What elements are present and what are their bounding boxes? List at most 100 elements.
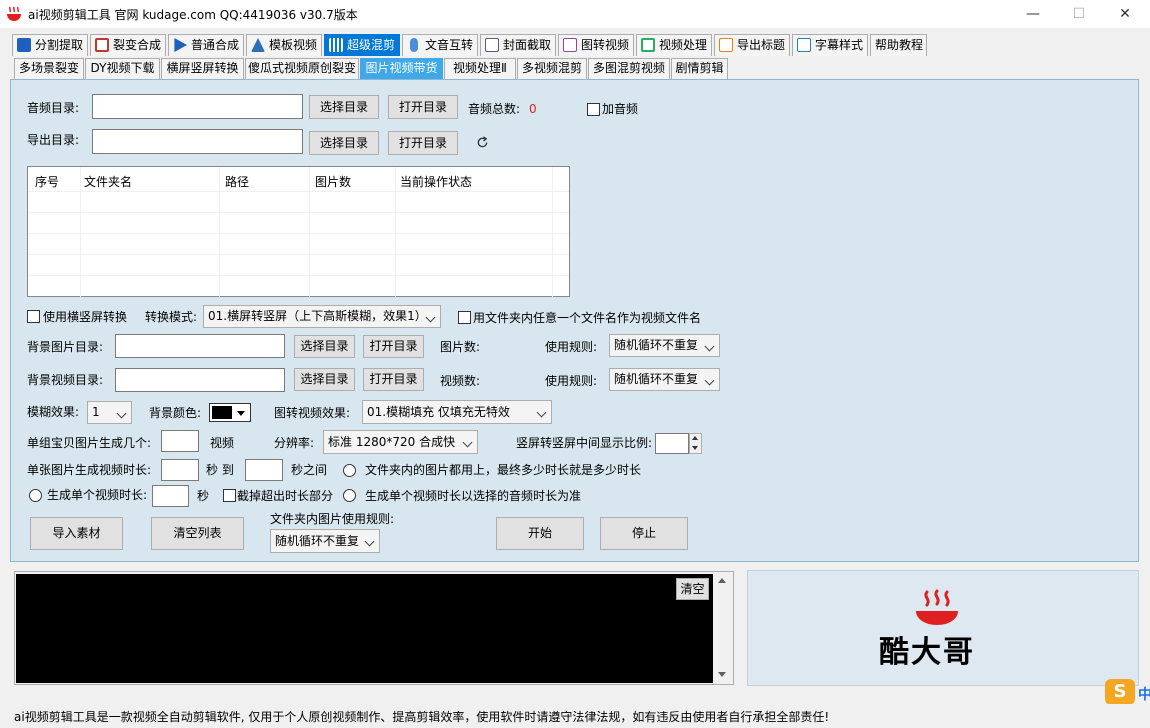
log-output[interactable] <box>16 574 713 683</box>
single-duration-radio[interactable] <box>29 489 42 502</box>
audio-duration-radio[interactable] <box>343 489 356 502</box>
audio-duration-label: 生成单个视频时长以选择的音频时长为准 <box>365 489 582 503</box>
tab-help[interactable]: 帮助教程 <box>870 34 927 56</box>
color-swatch <box>212 406 232 419</box>
subtab-dy-download[interactable]: DY视频下载 <box>85 58 160 79</box>
hv-convert-checkbox[interactable] <box>27 310 40 323</box>
tab-video-process[interactable]: 视频处理 <box>636 34 712 56</box>
column-header[interactable]: 序号 <box>35 173 59 190</box>
cut-excess-checkbox[interactable] <box>223 489 236 502</box>
play-icon <box>174 38 187 52</box>
up-arrow-icon[interactable] <box>692 436 698 440</box>
minimize-button[interactable]: — <box>1010 0 1056 28</box>
audio-total-value: 0 <box>529 102 537 116</box>
cut-excess-label: 截掉超出时长部分 <box>237 489 334 503</box>
export-dir-input[interactable] <box>92 129 303 154</box>
subtab-label: DY视频下载 <box>90 61 155 75</box>
logo-text: 酷大哥 <box>879 635 975 670</box>
ratio-input[interactable] <box>655 433 689 454</box>
subtab-label: 多图混剪视频 <box>592 61 665 75</box>
single-duration-input[interactable] <box>152 485 189 507</box>
subtab-hv-convert[interactable]: 横屏竖屏转换 <box>161 58 244 79</box>
scroll-down-icon[interactable] <box>718 672 726 677</box>
add-audio-checkbox[interactable] <box>587 103 600 116</box>
subtab-multi-video-mix[interactable]: 多视频混剪 <box>517 58 587 79</box>
column-header[interactable]: 路径 <box>225 173 249 190</box>
image-rule-label: 使用规则: <box>545 340 598 354</box>
resolution-select[interactable]: 标准 1280*720 合成快 <box>323 430 478 454</box>
close-button[interactable]: ✕ <box>1102 0 1148 28</box>
blur-select[interactable]: 1 <box>87 401 132 424</box>
image-count-label: 图片数: <box>440 340 481 354</box>
start-button[interactable]: 开始 <box>496 517 584 550</box>
subtitle-icon <box>797 38 811 52</box>
subtab-plot-edit[interactable]: 剧情剪辑 <box>671 58 728 79</box>
tab-split-extract[interactable]: 分割提取 <box>12 34 88 56</box>
video-process-icon <box>641 38 655 52</box>
column-header[interactable]: 图片数 <box>315 173 351 190</box>
folder-table[interactable]: 序号 文件夹名 路径 图片数 当前操作状态 <box>27 166 570 297</box>
audio-open-dir-button[interactable]: 打开目录 <box>388 95 458 119</box>
image-rule-select[interactable]: 随机循环不重复 <box>609 334 720 357</box>
export-open-dir-button[interactable]: 打开目录 <box>388 131 458 155</box>
scroll-up-icon[interactable] <box>718 578 726 583</box>
use-filename-checkbox[interactable] <box>458 311 471 324</box>
duration-max-input[interactable] <box>245 459 283 481</box>
bg-image-open-dir-button[interactable]: 打开目录 <box>363 335 424 358</box>
log-scrollbar[interactable] <box>713 574 731 683</box>
bg-image-dir-input[interactable] <box>115 334 285 358</box>
ime-logo-icon[interactable]: S <box>1105 679 1135 705</box>
ime-mode-indicator[interactable]: 中 <box>1138 684 1150 704</box>
audio-select-dir-button[interactable]: 选择目录 <box>309 95 379 119</box>
tab-image-to-video[interactable]: 图转视频 <box>558 34 634 56</box>
tab-cover-capture[interactable]: 封面截取 <box>480 34 556 56</box>
import-material-button[interactable]: 导入素材 <box>30 517 123 550</box>
subtab-multi-scene[interactable]: 多场景裂变 <box>14 58 84 79</box>
subtab-video-process-2[interactable]: 视频处理Ⅱ <box>444 58 516 79</box>
refresh-icon[interactable] <box>476 136 489 149</box>
bg-image-select-dir-button[interactable]: 选择目录 <box>294 335 355 358</box>
tab-label: 视频处理 <box>659 38 708 52</box>
maximize-icon: ☐ <box>1072 6 1086 22</box>
img2video-effect-select[interactable]: 01.模糊填充 仅填充无特效 <box>362 400 552 424</box>
tab-normal-merge[interactable]: 普通合成 <box>168 34 244 56</box>
tab-label: 普通合成 <box>191 38 240 52</box>
video-rule-select[interactable]: 随机循环不重复 <box>609 368 720 391</box>
tab-super-mix[interactable]: 超级混剪 <box>324 34 400 56</box>
use-filename-label: 用文件夹内任意一个文件名作为视频文件名 <box>473 311 702 325</box>
tab-label: 裂变合成 <box>113 38 162 52</box>
column-header[interactable]: 文件夹名 <box>84 173 132 190</box>
column-header[interactable]: 当前操作状态 <box>400 173 472 190</box>
per-image-duration-label: 单张图片生成视频时长: <box>27 463 152 477</box>
log-clear-button[interactable]: 清空 <box>676 578 709 600</box>
bg-video-dir-input[interactable] <box>115 368 285 392</box>
stop-button[interactable]: 停止 <box>600 517 688 550</box>
folder-rule-select[interactable]: 随机循环不重复 <box>270 529 380 553</box>
convert-mode-select[interactable]: 01.横屏转竖屏（上下高斯模糊，效果1） <box>203 305 441 328</box>
tab-template-video[interactable]: 模板视频 <box>246 34 322 56</box>
bg-color-picker[interactable] <box>209 403 251 422</box>
subtab-original-fission[interactable]: 傻瓜式视频原创裂变 <box>245 58 359 79</box>
app-logo-icon <box>7 6 21 21</box>
tab-fission-merge[interactable]: 裂变合成 <box>90 34 166 56</box>
export-select-dir-button[interactable]: 选择目录 <box>309 131 379 155</box>
tab-subtitle-style[interactable]: 字幕样式 <box>792 34 868 56</box>
subtab-multi-image-mix[interactable]: 多图混剪视频 <box>588 58 670 79</box>
microphone-icon <box>410 38 418 52</box>
ratio-stepper[interactable] <box>689 433 702 454</box>
ratio-label: 竖屏转竖屏中间显示比例: <box>516 436 653 450</box>
clear-list-button[interactable]: 清空列表 <box>151 517 244 550</box>
image-icon <box>485 38 499 52</box>
all-images-radio[interactable] <box>343 464 356 477</box>
tab-export-title[interactable]: 导出标题 <box>714 34 790 56</box>
maximize-button[interactable]: ☐ <box>1056 0 1102 28</box>
bg-video-select-dir-button[interactable]: 选择目录 <box>294 368 355 391</box>
subtab-image-video-sales[interactable]: 图片视频带货 <box>360 58 443 79</box>
audio-dir-input[interactable] <box>92 94 303 119</box>
bg-video-open-dir-button[interactable]: 打开目录 <box>363 368 424 391</box>
folder-rule-label: 文件夹内图片使用规则: <box>270 512 395 526</box>
down-arrow-icon[interactable] <box>692 446 698 450</box>
duration-min-input[interactable] <box>161 459 199 481</box>
tab-text-audio[interactable]: 文音互转 <box>402 34 478 56</box>
per-group-input[interactable] <box>161 430 199 452</box>
